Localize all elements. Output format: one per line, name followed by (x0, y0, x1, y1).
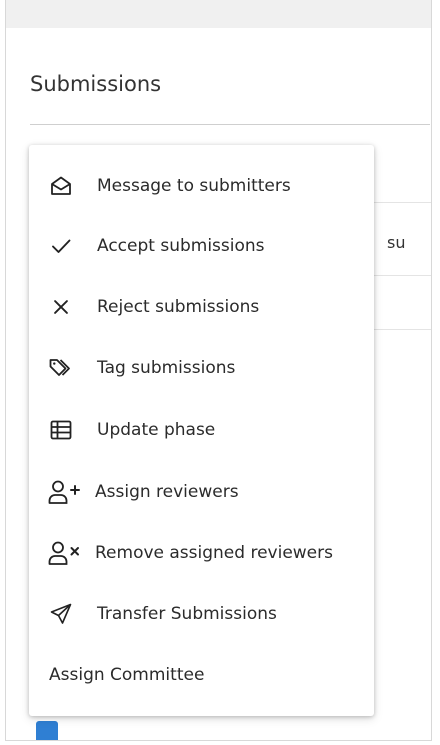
background-text: su (387, 233, 406, 252)
menu-item-label: Message to submitters (97, 176, 291, 196)
menu-item-label: Remove assigned reviewers (95, 543, 333, 563)
top-bar (6, 0, 431, 28)
check-icon (48, 233, 74, 259)
menu-item-update-phase[interactable]: Update phase (29, 400, 374, 460)
menu-item-label: Update phase (97, 420, 216, 440)
menu-item-accept-submissions[interactable]: Accept submissions (29, 216, 374, 276)
menu-item-transfer-submissions[interactable]: Transfer Submissions (29, 584, 374, 644)
user-remove-icon (47, 540, 89, 566)
menu-item-tag-submissions[interactable]: Tag submissions (29, 338, 374, 398)
menu-item-reject-submissions[interactable]: Reject submissions (29, 277, 374, 337)
menu-item-label: Reject submissions (97, 297, 260, 317)
row-checkbox[interactable] (36, 721, 58, 740)
send-icon (48, 601, 74, 627)
envelope-open-icon (48, 173, 74, 199)
menu-item-label: Accept submissions (97, 236, 265, 256)
menu-item-message-submitters[interactable]: Message to submitters (29, 156, 374, 216)
tag-icon (48, 355, 74, 381)
table-icon (48, 417, 74, 443)
menu-item-label: Assign Committee (49, 665, 205, 685)
menu-item-assign-committee[interactable]: Assign Committee (29, 645, 374, 705)
page-title: Submissions (30, 72, 162, 96)
menu-item-label: Transfer Submissions (97, 604, 277, 624)
menu-item-remove-reviewers[interactable]: Remove assigned reviewers (29, 523, 374, 583)
user-plus-icon (47, 479, 89, 505)
divider (30, 124, 430, 125)
menu-item-assign-reviewers[interactable]: Assign reviewers (29, 462, 374, 522)
menu-item-label: Tag submissions (97, 358, 236, 378)
close-icon (48, 294, 74, 320)
menu-item-label: Assign reviewers (95, 482, 239, 502)
bulk-actions-menu: Message to submitters Accept submissions… (29, 145, 374, 716)
